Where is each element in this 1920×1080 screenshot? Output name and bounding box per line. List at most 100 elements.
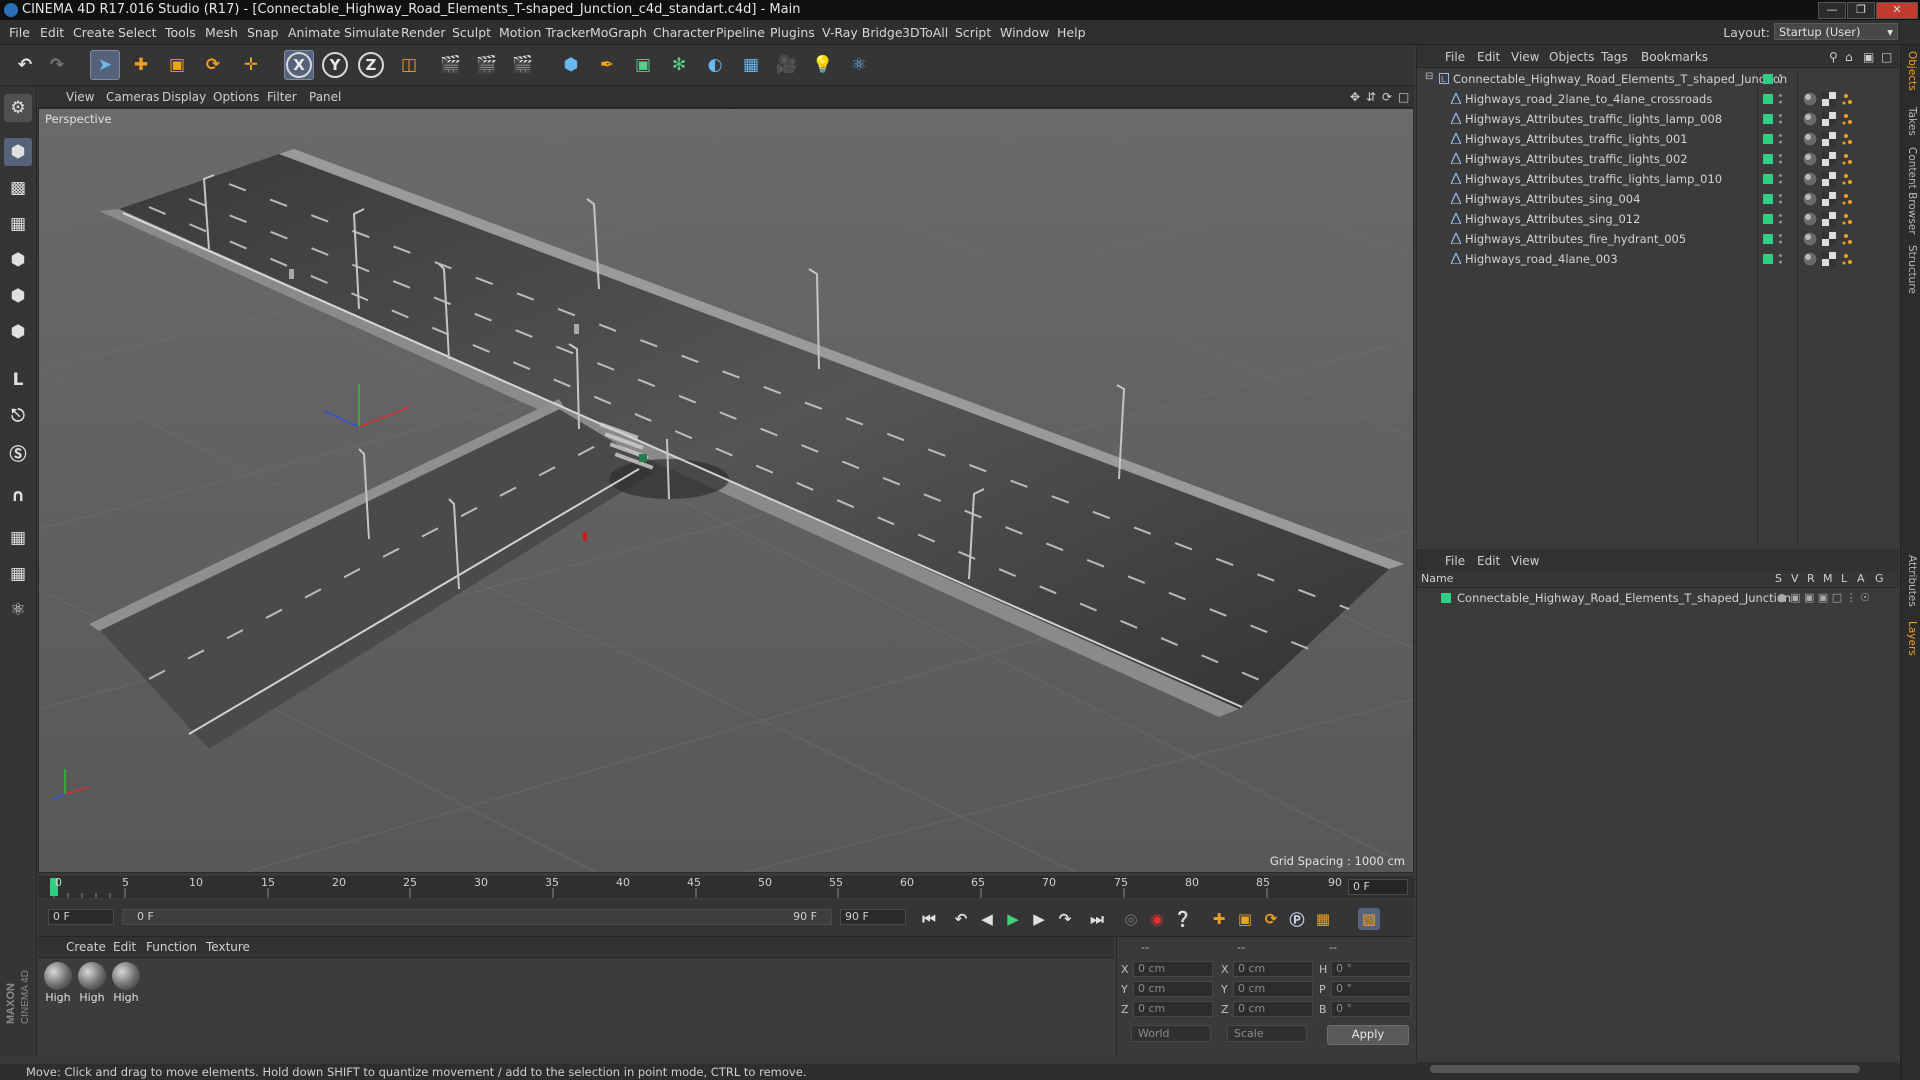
polygons-mode-button[interactable]: ⬢ xyxy=(4,318,32,346)
model-mode-button[interactable]: ⬢ xyxy=(4,138,32,166)
viewport-menu-display[interactable]: Display xyxy=(162,90,206,104)
material-swatch[interactable]: High xyxy=(110,962,142,1004)
z-axis-button[interactable]: Z xyxy=(356,50,386,80)
objects-menu-edit[interactable]: Edit xyxy=(1477,50,1500,64)
menu-snap[interactable]: Snap xyxy=(247,25,278,40)
scale-key-button[interactable]: ▣ xyxy=(1234,908,1256,930)
layer-color-swatch[interactable] xyxy=(1763,114,1773,124)
undo-button[interactable]: ↶ xyxy=(10,50,40,80)
new-view-icon[interactable]: ▣ xyxy=(1863,50,1874,64)
scrollbar-thumb[interactable] xyxy=(1430,1065,1860,1073)
render-settings-button[interactable]: 🎬 xyxy=(508,50,538,80)
material-menu-edit[interactable]: Edit xyxy=(113,940,136,954)
material-menu-function[interactable]: Function xyxy=(146,940,197,954)
workplane-align-button[interactable]: ▦ xyxy=(4,560,32,588)
go-to-end-button[interactable]: ⏭ xyxy=(1086,908,1108,930)
menu-edit[interactable]: Edit xyxy=(40,25,64,40)
x-axis-button[interactable]: X xyxy=(284,50,314,80)
layer-color-swatch[interactable] xyxy=(1763,74,1773,84)
object-tags-icons[interactable] xyxy=(1802,191,1874,207)
subdivision-surface-button[interactable]: ▣ xyxy=(628,50,658,80)
object-tags-icons[interactable] xyxy=(1802,111,1874,127)
object-tags-icons[interactable] xyxy=(1802,231,1874,247)
object-row[interactable]: Highways_Attributes_sing_004 xyxy=(1417,189,1899,209)
size-mode-select[interactable]: Scale xyxy=(1227,1025,1307,1042)
layer-col-locked[interactable]: L xyxy=(1841,572,1847,585)
tab-takes[interactable]: Takes xyxy=(1904,107,1918,136)
keyframe-selection-button[interactable]: ❔ xyxy=(1172,908,1194,930)
maximize-panel-icon[interactable]: □ xyxy=(1881,50,1892,64)
move-tool-button[interactable]: ✚ xyxy=(126,50,156,80)
light-button[interactable]: 💡 xyxy=(808,50,838,80)
viewport-menu-cameras[interactable]: Cameras xyxy=(106,90,159,104)
previous-frame-button[interactable]: ◀ xyxy=(976,908,998,930)
parameter-key-button[interactable]: Ⓟ xyxy=(1286,908,1308,930)
tab-layers[interactable]: Layers xyxy=(1904,621,1918,656)
layer-color-swatch[interactable] xyxy=(1763,134,1773,144)
texture-mode-button[interactable]: ▩ xyxy=(4,174,32,202)
pen-spline-button[interactable]: ✒ xyxy=(592,50,622,80)
scale-tool-button[interactable]: ▣ xyxy=(162,50,192,80)
visibility-dots-icon[interactable] xyxy=(1779,212,1782,226)
size-x-field[interactable]: 0 cm xyxy=(1233,961,1313,977)
object-row[interactable]: Highways_road_4lane_003 xyxy=(1417,249,1899,269)
python-script-button[interactable]: ⚛ xyxy=(4,596,32,624)
object-row[interactable]: Highways_road_2lane_to_4lane_crossroads xyxy=(1417,89,1899,109)
minimize-button[interactable]: — xyxy=(1818,2,1846,19)
snapping-button[interactable]: Ⓢ xyxy=(4,438,32,466)
object-tags-icons[interactable] xyxy=(1802,131,1874,147)
coordinate-mode-select[interactable]: World xyxy=(1131,1025,1211,1042)
coordinate-system-button[interactable]: ◫ xyxy=(394,50,424,80)
deformer-button[interactable]: ◐ xyxy=(700,50,730,80)
play-button[interactable]: ▶ xyxy=(1002,908,1024,930)
render-view-button[interactable]: 🎬 xyxy=(436,50,466,80)
autokey-button[interactable]: ◉ xyxy=(1146,908,1168,930)
position-x-field[interactable]: 0 cm xyxy=(1133,961,1213,977)
frame-range-slider[interactable]: 0 F 90 F xyxy=(122,909,832,925)
menu-mesh[interactable]: Mesh xyxy=(205,25,238,40)
timeline-ruler[interactable]: 0 5 10 15 20 25 30 35 40 45 50 55 60 65 … xyxy=(38,876,1414,898)
rotation-h-field[interactable]: 0 ° xyxy=(1331,961,1411,977)
position-y-field[interactable]: 0 cm xyxy=(1133,981,1213,997)
timeline-window-button[interactable]: ▧ xyxy=(1358,908,1380,930)
tab-objects[interactable]: Objects xyxy=(1904,51,1918,91)
objects-menu-view[interactable]: View xyxy=(1511,50,1539,64)
layer-color-swatch[interactable] xyxy=(1763,94,1773,104)
cloner-button[interactable]: ✻ xyxy=(664,50,694,80)
menu-plugins[interactable]: Plugins xyxy=(770,25,815,40)
layer-col-render[interactable]: R xyxy=(1807,572,1815,585)
object-row[interactable]: Highways_Attributes_sing_012 xyxy=(1417,209,1899,229)
menu-animate[interactable]: Animate xyxy=(288,25,340,40)
workplane-mode-button[interactable]: ▦ xyxy=(4,210,32,238)
render-picture-viewer-button[interactable]: 🎬 xyxy=(472,50,502,80)
floor-button[interactable]: ▦ xyxy=(736,50,766,80)
layer-col-generators[interactable]: G xyxy=(1875,572,1884,585)
layer-col-animation[interactable]: A xyxy=(1857,572,1865,585)
workplane-lock-button[interactable]: ▦ xyxy=(4,524,32,552)
make-editable-button[interactable]: ⚙ xyxy=(4,94,32,122)
layer-col-manager[interactable]: M xyxy=(1823,572,1833,585)
rotation-b-field[interactable]: 0 ° xyxy=(1331,1001,1411,1017)
visibility-dots-icon[interactable] xyxy=(1779,152,1782,166)
rotate-tool-button[interactable]: ⟳ xyxy=(198,50,228,80)
menu-3dtoall[interactable]: 3DToAll xyxy=(902,25,948,40)
menu-vray-bridge[interactable]: V-Ray Bridge xyxy=(822,25,903,40)
search-icon[interactable]: ⚲ xyxy=(1829,50,1838,64)
apply-button[interactable]: Apply xyxy=(1327,1025,1409,1045)
menu-help[interactable]: Help xyxy=(1057,25,1086,40)
tab-attributes[interactable]: Attributes xyxy=(1904,555,1918,607)
object-row[interactable]: Highways_Attributes_traffic_lights_lamp_… xyxy=(1417,169,1899,189)
objects-menu-tags[interactable]: Tags xyxy=(1601,50,1628,64)
object-row[interactable]: Highways_Attributes_fire_hydrant_005 xyxy=(1417,229,1899,249)
tab-structure[interactable]: Structure xyxy=(1904,245,1918,294)
material-menu-texture[interactable]: Texture xyxy=(206,940,250,954)
enable-axis-button[interactable]: L xyxy=(4,366,32,394)
visibility-dots-icon[interactable] xyxy=(1779,132,1782,146)
object-tags-icons[interactable] xyxy=(1802,91,1874,107)
3d-viewport[interactable]: Perspective Grid Spacing : 1000 cm xyxy=(38,108,1414,873)
size-z-field[interactable]: 0 cm xyxy=(1233,1001,1313,1017)
end-frame-field[interactable]: 90 F xyxy=(840,909,906,925)
objects-menu-file[interactable]: File xyxy=(1445,50,1465,64)
layer-col-view[interactable]: V xyxy=(1791,572,1799,585)
viewport-menu-view[interactable]: View xyxy=(66,90,94,104)
